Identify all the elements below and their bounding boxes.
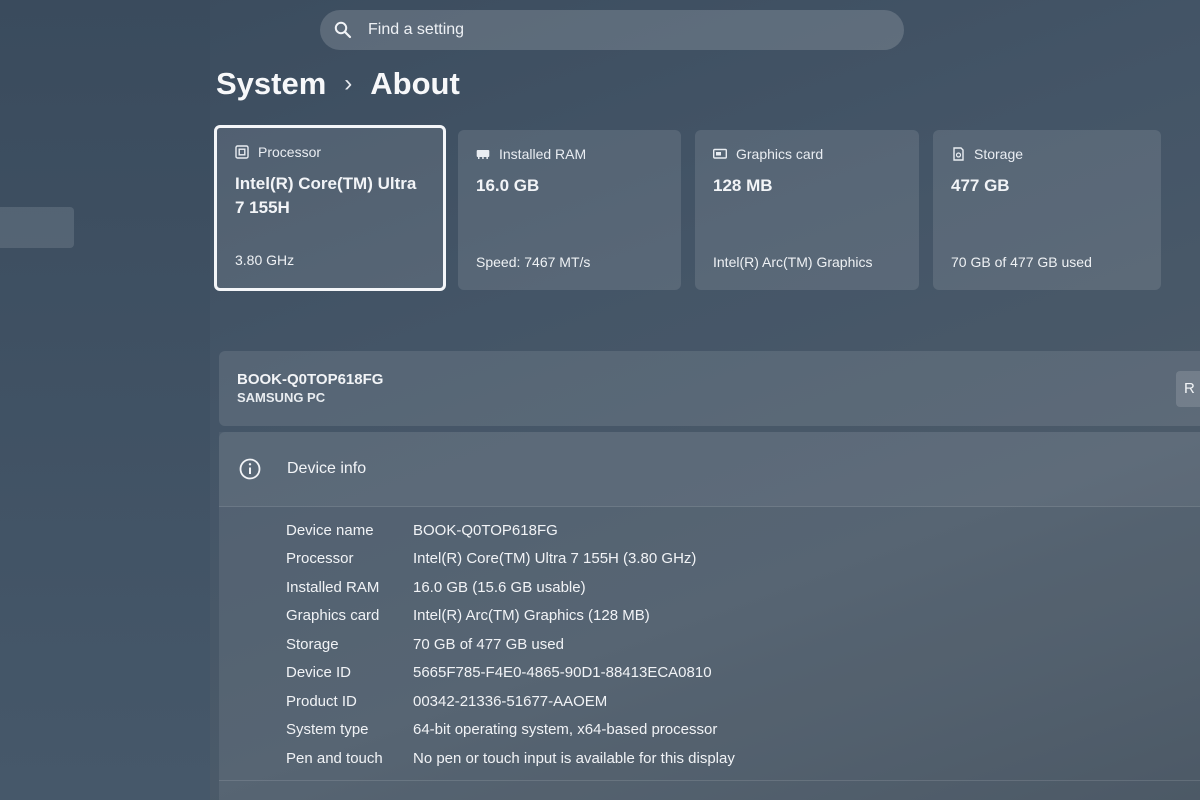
spec-value: 5665F785-F4E0-4865-90D1-88413ECA0810 [413, 664, 712, 682]
spec-row: Storage 70 GB of 477 GB used [286, 630, 735, 659]
card-value: Intel(R) Core(TM) Ultra 7 155H [235, 172, 425, 220]
installed-ram-card[interactable]: Installed RAM 16.0 GB Speed: 7467 MT/s [458, 130, 681, 290]
spec-row: Installed RAM 16.0 GB (15.6 GB usable) [286, 573, 735, 602]
card-value-line1: Intel(R) Core(TM) Ultra [235, 174, 417, 193]
ram-icon [476, 150, 490, 159]
device-name: BOOK-Q0TOP618FG [237, 371, 384, 388]
card-header: Graphics card [713, 146, 901, 162]
card-value: 128 MB [713, 176, 773, 195]
device-name-bar: BOOK-Q0TOP618FG SAMSUNG PC R [219, 351, 1200, 426]
spec-row: Pen and touch No pen or touch input is av… [286, 744, 735, 773]
card-detail: 70 GB of 477 GB used [951, 254, 1092, 270]
search-input[interactable] [366, 20, 850, 40]
card-title: Storage [974, 146, 1024, 162]
nav-item-selected[interactable] [0, 207, 74, 248]
device-info-header[interactable]: Device info [219, 432, 1200, 507]
graphics-card-card[interactable]: Graphics card 128 MB Intel(R) Arc(TM) Gr… [695, 130, 919, 290]
spec-label: Device ID [286, 664, 352, 682]
card-header: Processor [235, 144, 425, 160]
card-value: 477 GB [951, 176, 1010, 195]
card-detail: Speed: 7467 MT/s [476, 254, 591, 270]
spec-row: Graphics card Intel(R) Arc(TM) Graphics (… [286, 602, 735, 631]
chevron-right-icon: › [344, 70, 353, 97]
page-title: About [370, 66, 460, 101]
spec-row: Device name BOOK-Q0TOP618FG [286, 516, 735, 545]
spec-list: Device name BOOK-Q0TOP618FG Processor Inte… [286, 516, 735, 773]
spec-value: 64-bit operating system, x64-based proce… [413, 721, 718, 739]
card-header: Installed RAM [476, 146, 663, 162]
storage-icon [953, 147, 964, 161]
card-title: Processor [258, 144, 322, 160]
spec-value: Intel(R) Arc(TM) Graphics (128 MB) [413, 607, 650, 625]
card-value-line2: 7 155H [235, 198, 290, 217]
breadcrumb: System › About [216, 66, 460, 102]
spec-value: 00342-21336-51677-AAOEM [413, 692, 608, 710]
storage-card[interactable]: Storage 477 GB 70 GB of 477 GB used [933, 130, 1161, 290]
spec-label: Graphics card [286, 607, 380, 625]
spec-row: Product ID 00342-21336-51677-AAOEM [286, 687, 735, 716]
spec-label: Installed RAM [286, 578, 380, 596]
spec-value: 16.0 GB (15.6 GB usable) [413, 578, 586, 596]
spec-row: Device ID 5665F785-F4E0-4865-90D1-88413EC… [286, 659, 735, 688]
card-detail: 3.80 GHz [235, 252, 295, 268]
divider [219, 780, 1200, 781]
spec-label: System type [286, 721, 369, 739]
spec-value: BOOK-Q0TOP618FG [413, 521, 558, 539]
graphics-card-icon [713, 148, 727, 159]
card-header: Storage [951, 146, 1143, 162]
spec-value: 70 GB of 477 GB used [413, 635, 564, 653]
device-info-title: Device info [287, 460, 367, 477]
processor-card[interactable]: Processor Intel(R) Core(TM) Ultra 7 155H… [214, 125, 446, 291]
card-title: Installed RAM [499, 146, 587, 162]
spec-value: No pen or touch input is available for t… [413, 749, 735, 767]
card-value: 16.0 GB [476, 176, 540, 195]
spec-row: Processor Intel(R) Core(TM) Ultra 7 155H … [286, 545, 735, 574]
spec-label: Pen and touch [286, 749, 383, 767]
spec-label: Product ID [286, 692, 357, 710]
search-box[interactable] [320, 10, 904, 50]
navigation-pane [0, 0, 210, 800]
device-model: SAMSUNG PC [237, 390, 326, 405]
spec-label: Device name [286, 521, 374, 539]
spec-row: System type 64-bit operating system, x64-… [286, 716, 735, 745]
spec-value: Intel(R) Core(TM) Ultra 7 155H (3.80 GHz… [413, 550, 697, 568]
card-detail: Intel(R) Arc(TM) Graphics [713, 254, 873, 270]
rename-pc-button[interactable]: R [1176, 371, 1200, 407]
card-title: Graphics card [736, 146, 824, 162]
search-icon [334, 21, 352, 39]
spec-label: Storage [286, 635, 339, 653]
info-icon [239, 458, 261, 480]
breadcrumb-system[interactable]: System [216, 66, 326, 102]
device-info-panel: Device info Device name BOOK-Q0TOP618FG P… [219, 432, 1200, 800]
processor-icon [235, 145, 249, 159]
spec-label: Processor [286, 550, 354, 568]
